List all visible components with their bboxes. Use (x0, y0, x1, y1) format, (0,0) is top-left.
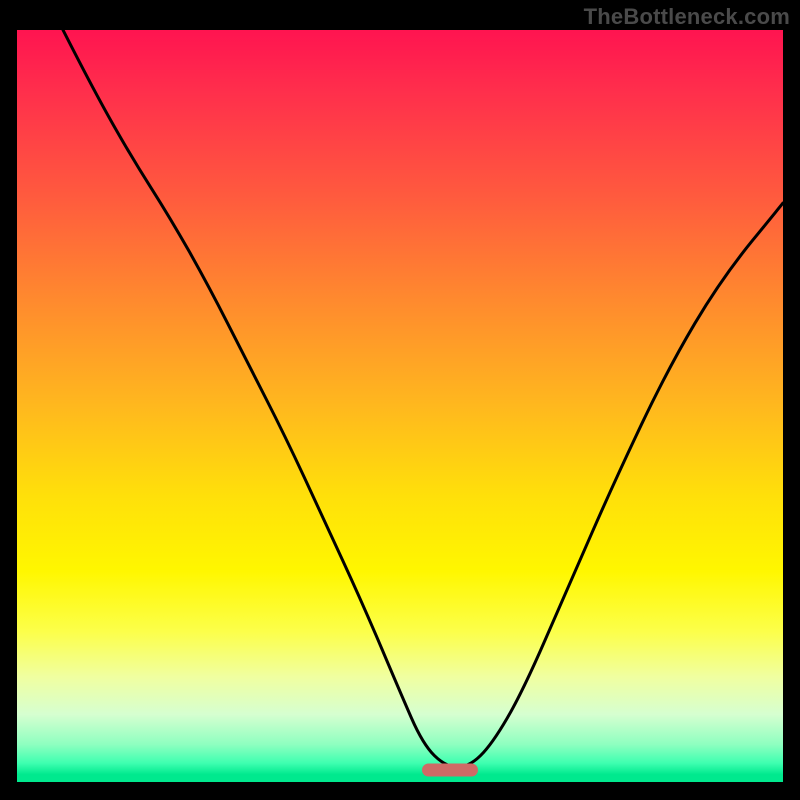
watermark-text: TheBottleneck.com (584, 4, 790, 30)
curve-svg (17, 30, 783, 782)
chart-frame: TheBottleneck.com (0, 0, 800, 800)
plot-area (17, 30, 783, 782)
optimal-marker (422, 763, 478, 776)
bottleneck-curve (63, 30, 783, 767)
